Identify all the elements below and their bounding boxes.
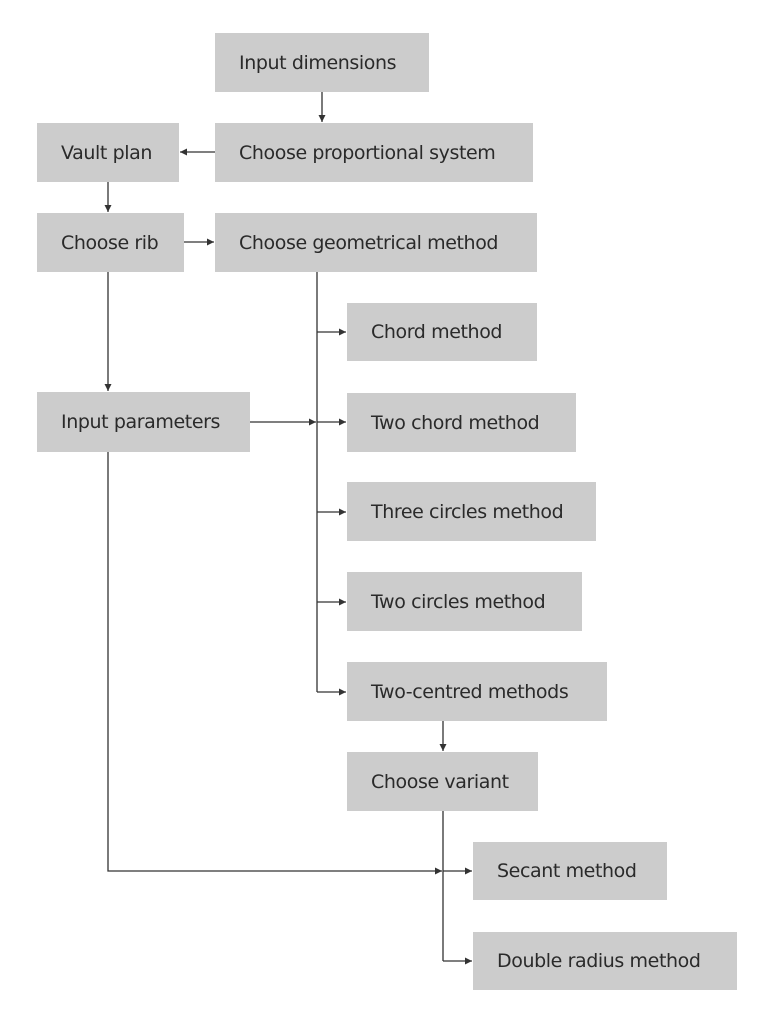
- node-two-centred-methods: Two-centred methods: [347, 662, 607, 721]
- node-choose-variant: Choose variant: [347, 752, 538, 811]
- node-double-radius-method: Double radius method: [473, 932, 737, 990]
- node-secant-method: Secant method: [473, 842, 667, 900]
- node-choose-geometrical-method: Choose geometrical method: [215, 213, 537, 272]
- flowchart-canvas: Input dimensions Choose proportional sys…: [0, 0, 772, 1024]
- node-two-chord-method: Two chord method: [347, 393, 576, 452]
- node-three-circles-method: Three circles method: [347, 482, 596, 541]
- node-two-circles-method: Two circles method: [347, 572, 582, 631]
- node-input-dimensions: Input dimensions: [215, 33, 429, 92]
- node-vault-plan: Vault plan: [37, 123, 179, 182]
- node-chord-method: Chord method: [347, 303, 537, 361]
- node-input-parameters: Input parameters: [37, 392, 250, 452]
- node-choose-rib: Choose rib: [37, 213, 184, 272]
- node-choose-proportional-system: Choose proportional system: [215, 123, 533, 182]
